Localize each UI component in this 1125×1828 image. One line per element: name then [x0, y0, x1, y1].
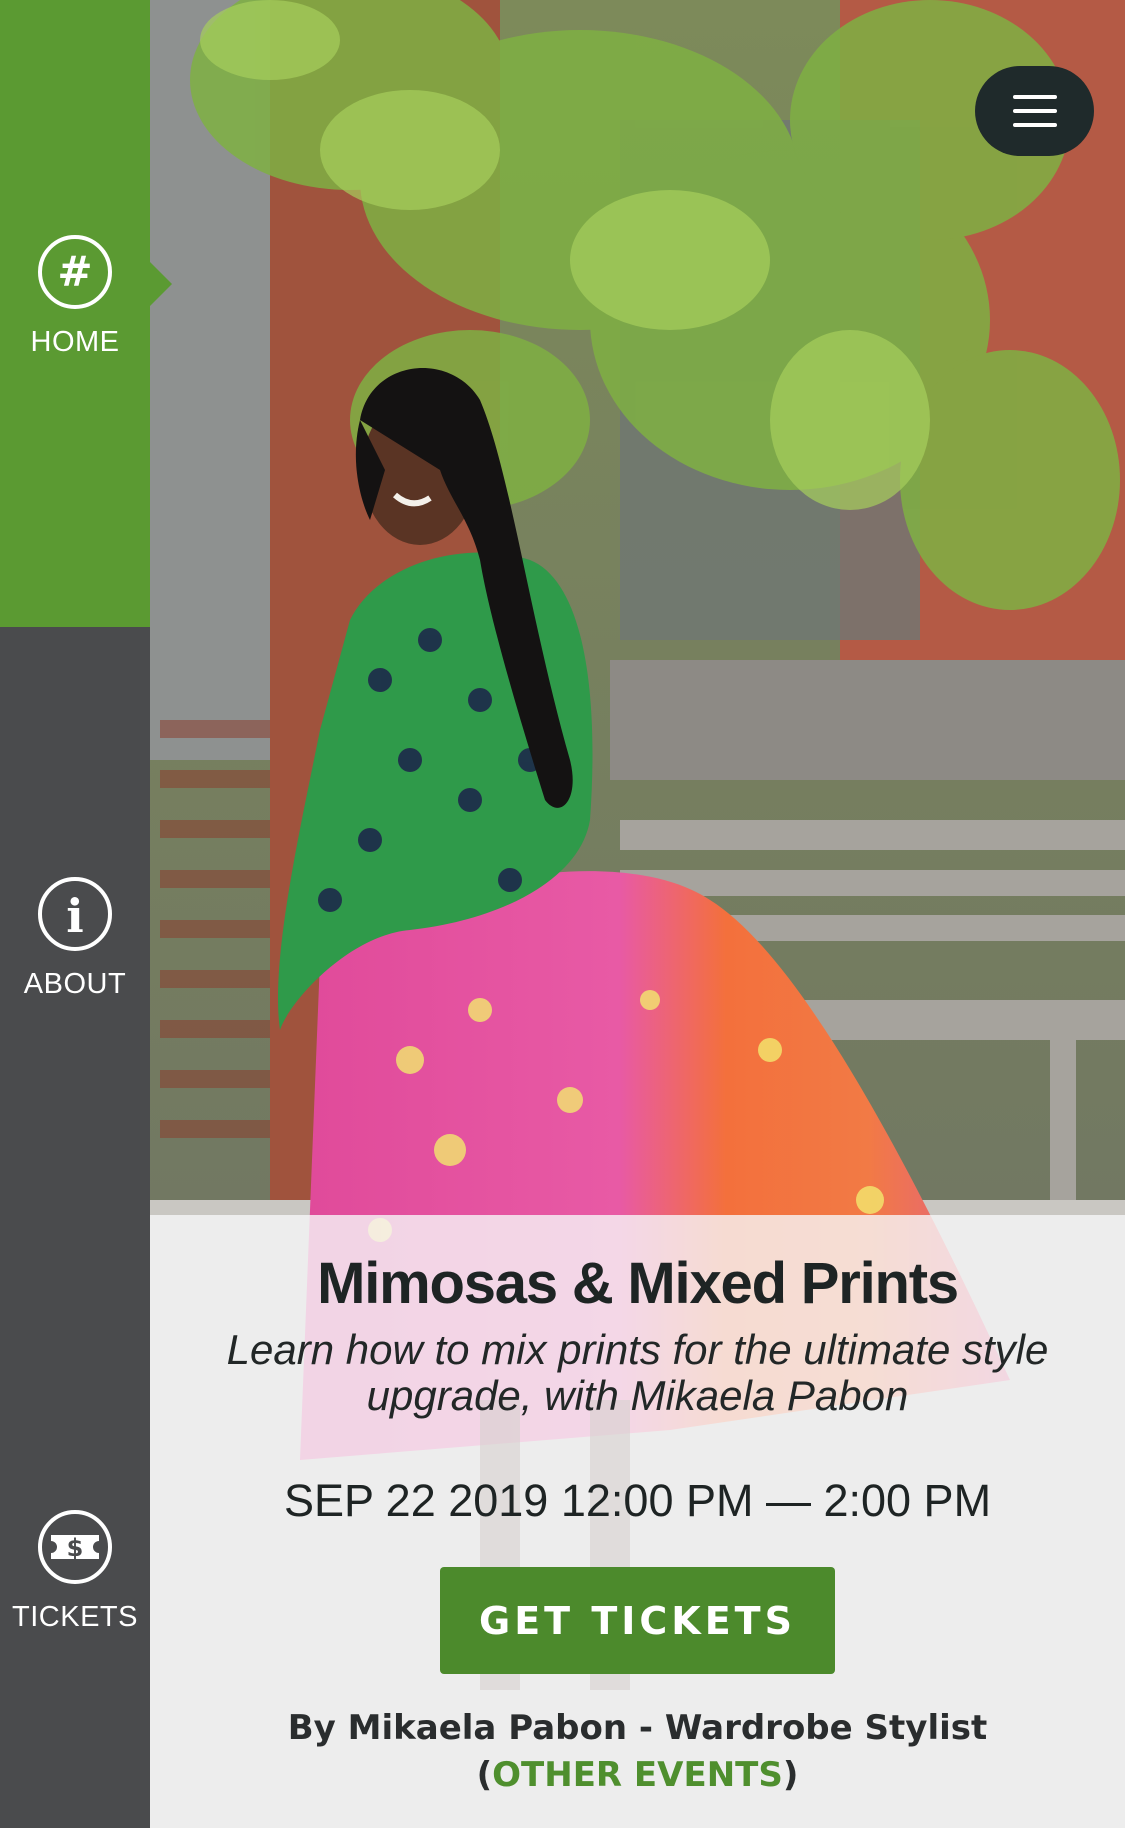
sidebar-item-label: HOME [30, 326, 120, 358]
sidebar-item-tickets-content: $ TICKETS [12, 1509, 138, 1634]
hashtag-icon: # [38, 235, 112, 309]
sidebar-item-home-content: # HOME [31, 234, 120, 359]
menu-button[interactable] [975, 66, 1094, 156]
event-time-range: 12:00 PM — 2:00 PM [560, 1475, 992, 1526]
active-indicator [150, 262, 172, 306]
byline-close: ) [782, 1755, 799, 1795]
sidebar-item-tickets[interactable]: $ TICKETS [0, 1257, 150, 1828]
sidebar-item-label: ABOUT [23, 968, 127, 1000]
sidebar-item-home[interactable]: # HOME [0, 0, 150, 627]
svg-text:#: # [57, 247, 92, 296]
sidebar-item-label: TICKETS [12, 1601, 138, 1633]
event-byline: By Mikaela Pabon - Wardrobe Stylist (OTH… [210, 1705, 1065, 1799]
event-subtitle: Learn how to mix prints for the ultimate… [226, 1326, 1049, 1419]
event-date: SEP 22 2019 [283, 1475, 549, 1526]
sidebar-item-about[interactable]: i ABOUT [0, 627, 150, 1257]
ticket-dollar-icon: $ [38, 1510, 112, 1584]
info-icon: i [38, 877, 112, 951]
sidebar-item-about-content: i ABOUT [24, 876, 126, 1001]
sidebar-nav: # HOME i ABOUT $ TICKETS [0, 0, 172, 1828]
svg-text:i: i [66, 889, 83, 943]
svg-text:$: $ [67, 1534, 84, 1562]
hamburger-menu-icon [1012, 95, 1057, 127]
event-info-card: Mimosas & Mixed Prints Learn how to mix … [150, 1215, 1125, 1828]
get-tickets-button[interactable]: GET TICKETS [440, 1567, 835, 1674]
event-datetime: SEP 22 2019 12:00 PM — 2:00 PM [150, 1475, 1125, 1527]
other-events-link[interactable]: OTHER EVENTS [492, 1755, 783, 1795]
event-page: # HOME i ABOUT $ TICKETS Mimosas & Mixed… [0, 0, 1125, 1828]
event-title: Mimosas & Mixed Prints [317, 1251, 959, 1316]
